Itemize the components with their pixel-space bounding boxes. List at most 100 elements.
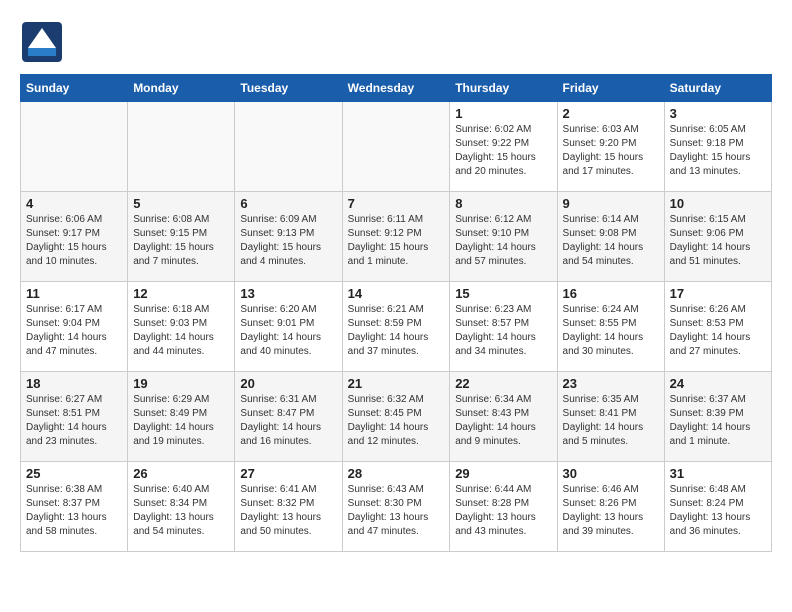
day-info: Sunrise: 6:14 AM Sunset: 9:08 PM Dayligh… xyxy=(563,213,659,269)
calendar-cell: 1 Sunrise: 6:02 AM Sunset: 9:22 PM Daylig… xyxy=(450,102,557,192)
calendar-cell: 31 Sunrise: 6:48 AM Sunset: 8:24 PM Dayli… xyxy=(664,462,771,552)
day-info: Sunrise: 6:20 AM Sunset: 9:01 PM Dayligh… xyxy=(240,303,336,359)
day-info: Sunrise: 6:03 AM Sunset: 9:20 PM Dayligh… xyxy=(563,123,659,179)
day-number: 8 xyxy=(455,196,551,211)
day-info: Sunrise: 6:32 AM Sunset: 8:45 PM Dayligh… xyxy=(348,393,445,449)
calendar-cell xyxy=(342,102,450,192)
calendar-cell: 24Sunrise: 6:37 AM Sunset: 8:39 PM Dayli… xyxy=(664,372,771,462)
day-number: 2 xyxy=(563,106,659,121)
day-info: Sunrise: 6:12 AM Sunset: 9:10 PM Dayligh… xyxy=(455,213,551,269)
day-info: Sunrise: 6:41 AM Sunset: 8:32 PM Dayligh… xyxy=(240,483,336,539)
weekday-header: Saturday xyxy=(664,75,771,102)
day-info: Sunrise: 6:31 AM Sunset: 8:47 PM Dayligh… xyxy=(240,393,336,449)
calendar-cell xyxy=(235,102,342,192)
weekday-header: Thursday xyxy=(450,75,557,102)
weekday-header: Wednesday xyxy=(342,75,450,102)
calendar-week-row: 4 Sunrise: 6:06 AM Sunset: 9:17 PM Daylig… xyxy=(21,192,772,282)
day-info: Sunrise: 6:34 AM Sunset: 8:43 PM Dayligh… xyxy=(455,393,551,449)
weekday-header: Tuesday xyxy=(235,75,342,102)
day-info: Sunrise: 6:02 AM Sunset: 9:22 PM Dayligh… xyxy=(455,123,551,179)
day-number: 13 xyxy=(240,286,336,301)
calendar-cell: 20 Sunrise: 6:31 AM Sunset: 8:47 PM Dayli… xyxy=(235,372,342,462)
day-number: 18 xyxy=(26,376,122,391)
day-number: 23 xyxy=(563,376,659,391)
calendar-table: SundayMondayTuesdayWednesdayThursdayFrid… xyxy=(20,74,772,552)
calendar-cell: 23Sunrise: 6:35 AM Sunset: 8:41 PM Dayli… xyxy=(557,372,664,462)
day-info: Sunrise: 6:48 AM Sunset: 8:24 PM Dayligh… xyxy=(670,483,766,539)
day-info: Sunrise: 6:08 AM Sunset: 9:15 PM Dayligh… xyxy=(133,213,229,269)
day-number: 12 xyxy=(133,286,229,301)
page-header xyxy=(20,20,772,64)
day-info: Sunrise: 6:44 AM Sunset: 8:28 PM Dayligh… xyxy=(455,483,551,539)
calendar-cell: 11 Sunrise: 6:17 AM Sunset: 9:04 PM Dayli… xyxy=(21,282,128,372)
calendar-week-row: 25Sunrise: 6:38 AM Sunset: 8:37 PM Dayli… xyxy=(21,462,772,552)
logo xyxy=(20,20,68,64)
day-info: Sunrise: 6:24 AM Sunset: 8:55 PM Dayligh… xyxy=(563,303,659,359)
day-info: Sunrise: 6:09 AM Sunset: 9:13 PM Dayligh… xyxy=(240,213,336,269)
day-info: Sunrise: 6:26 AM Sunset: 8:53 PM Dayligh… xyxy=(670,303,766,359)
day-info: Sunrise: 6:18 AM Sunset: 9:03 PM Dayligh… xyxy=(133,303,229,359)
day-number: 29 xyxy=(455,466,551,481)
logo-icon xyxy=(20,20,64,64)
calendar-cell: 27 Sunrise: 6:41 AM Sunset: 8:32 PM Dayli… xyxy=(235,462,342,552)
day-info: Sunrise: 6:46 AM Sunset: 8:26 PM Dayligh… xyxy=(563,483,659,539)
calendar-week-row: 1 Sunrise: 6:02 AM Sunset: 9:22 PM Daylig… xyxy=(21,102,772,192)
day-number: 4 xyxy=(26,196,122,211)
calendar-cell: 26 Sunrise: 6:40 AM Sunset: 8:34 PM Dayli… xyxy=(128,462,235,552)
day-number: 14 xyxy=(348,286,445,301)
calendar-cell: 8 Sunrise: 6:12 AM Sunset: 9:10 PM Daylig… xyxy=(450,192,557,282)
calendar-cell: 25Sunrise: 6:38 AM Sunset: 8:37 PM Dayli… xyxy=(21,462,128,552)
calendar-cell: 4 Sunrise: 6:06 AM Sunset: 9:17 PM Daylig… xyxy=(21,192,128,282)
calendar-cell: 3Sunrise: 6:05 AM Sunset: 9:18 PM Daylig… xyxy=(664,102,771,192)
day-number: 26 xyxy=(133,466,229,481)
day-number: 11 xyxy=(26,286,122,301)
day-info: Sunrise: 6:23 AM Sunset: 8:57 PM Dayligh… xyxy=(455,303,551,359)
weekday-header: Monday xyxy=(128,75,235,102)
calendar-header-row: SundayMondayTuesdayWednesdayThursdayFrid… xyxy=(21,75,772,102)
day-info: Sunrise: 6:27 AM Sunset: 8:51 PM Dayligh… xyxy=(26,393,122,449)
day-info: Sunrise: 6:43 AM Sunset: 8:30 PM Dayligh… xyxy=(348,483,445,539)
day-info: Sunrise: 6:05 AM Sunset: 9:18 PM Dayligh… xyxy=(670,123,766,179)
day-info: Sunrise: 6:37 AM Sunset: 8:39 PM Dayligh… xyxy=(670,393,766,449)
calendar-cell: 28Sunrise: 6:43 AM Sunset: 8:30 PM Dayli… xyxy=(342,462,450,552)
weekday-header: Sunday xyxy=(21,75,128,102)
calendar-cell: 9 Sunrise: 6:14 AM Sunset: 9:08 PM Daylig… xyxy=(557,192,664,282)
calendar-cell: 19 Sunrise: 6:29 AM Sunset: 8:49 PM Dayli… xyxy=(128,372,235,462)
calendar-cell xyxy=(128,102,235,192)
calendar-cell: 7 Sunrise: 6:11 AM Sunset: 9:12 PM Daylig… xyxy=(342,192,450,282)
calendar-cell: 22Sunrise: 6:34 AM Sunset: 8:43 PM Dayli… xyxy=(450,372,557,462)
day-info: Sunrise: 6:17 AM Sunset: 9:04 PM Dayligh… xyxy=(26,303,122,359)
day-number: 27 xyxy=(240,466,336,481)
weekday-header: Friday xyxy=(557,75,664,102)
calendar-cell: 21 Sunrise: 6:32 AM Sunset: 8:45 PM Dayli… xyxy=(342,372,450,462)
day-number: 1 xyxy=(455,106,551,121)
day-number: 19 xyxy=(133,376,229,391)
day-info: Sunrise: 6:29 AM Sunset: 8:49 PM Dayligh… xyxy=(133,393,229,449)
day-number: 31 xyxy=(670,466,766,481)
calendar-cell xyxy=(21,102,128,192)
day-number: 9 xyxy=(563,196,659,211)
calendar-cell: 29 Sunrise: 6:44 AM Sunset: 8:28 PM Dayli… xyxy=(450,462,557,552)
day-number: 16 xyxy=(563,286,659,301)
day-info: Sunrise: 6:06 AM Sunset: 9:17 PM Dayligh… xyxy=(26,213,122,269)
day-number: 21 xyxy=(348,376,445,391)
calendar-cell: 18 Sunrise: 6:27 AM Sunset: 8:51 PM Dayli… xyxy=(21,372,128,462)
calendar-cell: 10Sunrise: 6:15 AM Sunset: 9:06 PM Dayli… xyxy=(664,192,771,282)
day-number: 10 xyxy=(670,196,766,211)
day-number: 5 xyxy=(133,196,229,211)
calendar-cell: 30 Sunrise: 6:46 AM Sunset: 8:26 PM Dayli… xyxy=(557,462,664,552)
day-number: 30 xyxy=(563,466,659,481)
calendar-cell: 14Sunrise: 6:21 AM Sunset: 8:59 PM Dayli… xyxy=(342,282,450,372)
day-number: 20 xyxy=(240,376,336,391)
calendar-cell: 15 Sunrise: 6:23 AM Sunset: 8:57 PM Dayli… xyxy=(450,282,557,372)
day-number: 6 xyxy=(240,196,336,211)
day-number: 25 xyxy=(26,466,122,481)
calendar-week-row: 18 Sunrise: 6:27 AM Sunset: 8:51 PM Dayli… xyxy=(21,372,772,462)
day-number: 7 xyxy=(348,196,445,211)
day-number: 15 xyxy=(455,286,551,301)
calendar-week-row: 11 Sunrise: 6:17 AM Sunset: 9:04 PM Dayli… xyxy=(21,282,772,372)
day-info: Sunrise: 6:40 AM Sunset: 8:34 PM Dayligh… xyxy=(133,483,229,539)
day-number: 17 xyxy=(670,286,766,301)
calendar-cell: 12 Sunrise: 6:18 AM Sunset: 9:03 PM Dayli… xyxy=(128,282,235,372)
day-info: Sunrise: 6:11 AM Sunset: 9:12 PM Dayligh… xyxy=(348,213,445,269)
